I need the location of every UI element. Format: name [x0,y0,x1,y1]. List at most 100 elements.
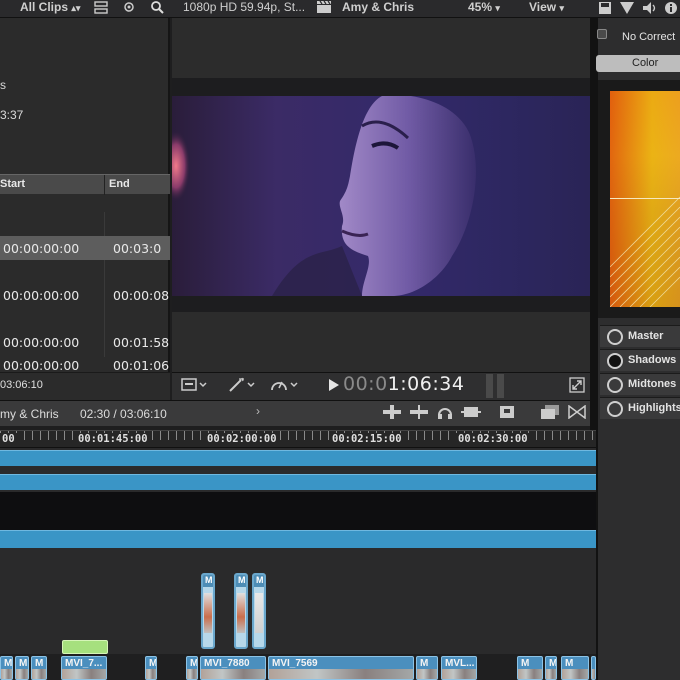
audio-meter-icon [485,374,507,401]
timecode-dim: 00:0 [343,373,388,395]
storyline-clip[interactable]: M [416,656,438,680]
chevron-right-icon[interactable]: › [256,404,260,418]
view-label: View [529,0,557,14]
clips-filter-label: All Clips [20,0,69,14]
list-row[interactable]: 00:00:00:00 00:00:08 [0,283,170,307]
audio-clip[interactable] [62,640,108,654]
video-frame [172,96,590,296]
list-row[interactable]: 00:00:00:00 00:03:0 [0,236,170,260]
storyline-clip[interactable]: M [145,656,157,680]
timecode-main: 1:06:34 [387,373,465,395]
row-start: 00:00:00:00 [3,241,80,256]
browser-meta-1: s [0,78,6,92]
enhance-wand-icon[interactable] [228,377,256,396]
column-end[interactable]: End [109,178,130,190]
storyline-clip[interactable]: M [561,656,589,680]
color-board-icon[interactable] [619,1,635,17]
shadows-puck-icon [607,353,623,369]
clapper-icon[interactable] [316,0,332,16]
headphones-icon[interactable] [437,404,453,423]
row-start: 00:00:00:00 [3,335,80,350]
row-start: 00:00:00:00 [3,288,80,303]
puck-shadows[interactable]: Shadows [600,349,680,371]
storyline-clip[interactable]: M [517,656,543,680]
timeline-project-name: my & Chris [0,407,59,421]
list-row[interactable]: 00:00:00:00 00:01:58 [0,330,170,354]
ruler-label: 00:02:00:00 [205,433,279,445]
browser-duration: 03:06:10 [0,379,43,391]
puck-master-label: Master [628,330,664,342]
ruler-label: 00:02:15:00 [330,433,404,445]
storyline-clip[interactable]: M [591,656,596,680]
clip-appearance-icon[interactable] [541,405,559,422]
timeline-gap [0,492,596,530]
ruler-label: 00 [0,433,17,445]
storyline-clip[interactable]: MVI_7880 [200,656,266,680]
row-end: 00:00:08 [113,288,170,303]
storyline-clip[interactable]: M [31,656,47,680]
timeline-band [0,530,596,548]
storyline-clip[interactable]: MVI_7... [61,656,107,680]
timeline-band [0,450,596,466]
chevron-down-icon: ▾ [495,3,500,13]
transform-icon[interactable] [181,377,207,396]
clips-filter-menu[interactable]: All Clips ▴▾ [20,0,80,16]
skimming-icon[interactable] [461,405,481,422]
puck-master[interactable]: Master [600,325,680,347]
search-icon[interactable] [150,0,164,16]
event-browser [0,18,170,373]
project-name: Amy & Chris [342,0,415,14]
browser-meta-2: 3:37 [0,108,24,122]
ruler-label: 00:01:45:00 [76,433,150,445]
audio-icon[interactable] [642,1,658,17]
storyline-clip[interactable]: M [15,656,29,680]
viewer-timecode[interactable]: 00:01:06:34 [343,373,464,395]
timeline-position: 02:30 / 03:06:10 [80,407,167,421]
letterbox-bottom [172,296,590,312]
puck-midtones-label: Midtones [628,378,677,390]
retime-speed-icon[interactable] [270,377,300,396]
save-icon[interactable] [598,1,612,17]
list-header: Start End [0,174,170,195]
puck-shadows-label: Shadows [628,354,677,366]
view-menu[interactable]: View ▾ [529,0,564,16]
transitions-icon[interactable] [568,404,586,422]
storyline-clip[interactable]: M [186,656,198,680]
color-board-midline [610,198,680,199]
chevron-updown-icon: ▴▾ [71,3,81,13]
row-end: 00:01:06 [113,358,170,373]
play-icon[interactable] [328,378,340,395]
midtones-puck-icon [607,377,623,393]
format-label[interactable]: 1080p HD 59.94p, St... [183,0,305,16]
correction-checkbox[interactable] [597,29,607,39]
filmstrip-view-icon[interactable] [94,1,108,17]
row-end: 00:03:0 [113,241,162,256]
settings-icon[interactable] [122,0,136,16]
zoom-menu[interactable]: 45% ▾ [468,0,500,16]
puck-highlights[interactable]: Highlights [600,397,680,419]
fullscreen-icon[interactable] [569,377,585,396]
chevron-down-icon: ▾ [559,3,565,13]
row-end: 00:01:58 [113,335,170,350]
column-divider [104,175,105,195]
storyline-clip[interactable]: MVL... [441,656,477,680]
color-board-area[interactable] [610,91,680,307]
storyline-clip[interactable]: M [545,656,557,680]
browser-footer: 03:06:10 [0,372,170,400]
info-icon[interactable] [664,1,678,17]
tab-color[interactable]: Color [596,55,680,72]
puck-midtones[interactable]: Midtones [600,373,680,395]
blade-icon[interactable] [410,405,428,422]
timeline-band [0,474,596,490]
storyline-clip[interactable]: MVI_7569 [268,656,414,680]
column-start[interactable]: Start [0,178,25,190]
add-clip-icon[interactable] [383,405,401,422]
row-start: 00:00:00:00 [3,358,80,373]
connected-clip-label: M [205,575,213,585]
puck-highlights-label: Highlights [628,402,680,414]
storyline-clip[interactable]: M [0,656,13,680]
master-puck-icon [607,329,623,345]
ruler-label: 00:02:30:00 [456,433,530,445]
snapshot-icon[interactable] [499,405,515,422]
color-board-hatch [610,196,680,307]
